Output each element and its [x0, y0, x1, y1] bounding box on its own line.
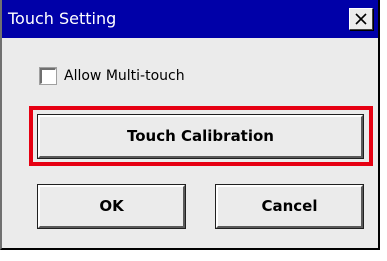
title-bar: Touch Setting: [2, 0, 378, 38]
close-icon: [355, 13, 367, 25]
window-title: Touch Setting: [8, 9, 117, 28]
multitouch-checkbox[interactable]: [39, 67, 57, 85]
close-button[interactable]: [349, 8, 373, 30]
touch-calibration-button[interactable]: Touch Calibration: [37, 114, 364, 159]
ok-button[interactable]: OK: [37, 184, 186, 229]
cancel-button[interactable]: Cancel: [215, 184, 364, 229]
multitouch-label[interactable]: Allow Multi-touch: [64, 67, 185, 85]
touch-setting-dialog: Touch Setting Allow Multi-touch Touch Ca…: [0, 0, 380, 250]
